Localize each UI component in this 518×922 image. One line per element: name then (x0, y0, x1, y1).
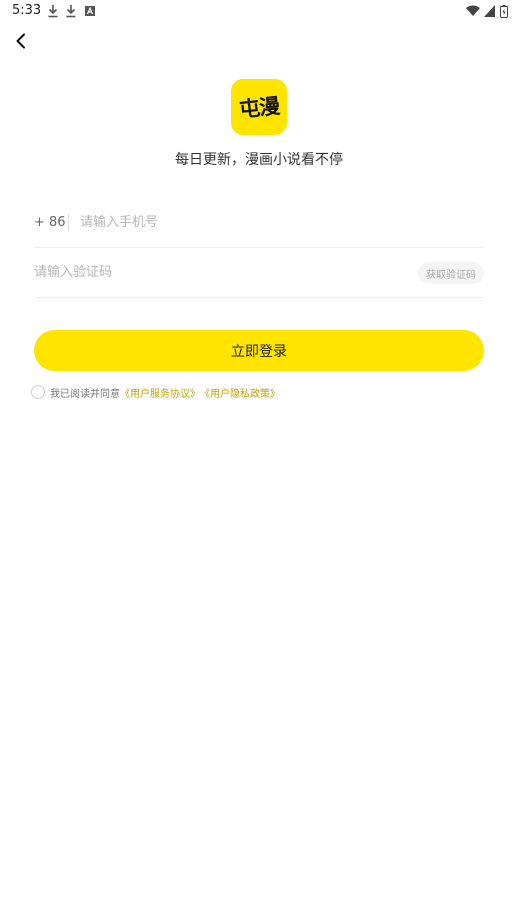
battery-charging-icon (500, 4, 508, 18)
status-time: 5:33 (12, 3, 42, 18)
country-code-divider (68, 213, 69, 232)
user-agreement-link[interactable]: 《用户服务协议》 (120, 385, 200, 400)
logo-text: 屯漫 (237, 93, 281, 123)
back-button[interactable] (8, 28, 34, 54)
country-code: + 86 (34, 215, 66, 230)
get-code-button[interactable]: 获取验证码 (418, 262, 484, 284)
privacy-policy-link[interactable]: 《用户隐私政策》 (200, 385, 280, 400)
phone-field-row: + 86 (34, 198, 484, 248)
verification-code-row: 获取验证码 (34, 248, 484, 298)
download-icon (48, 5, 58, 18)
wifi-icon (466, 5, 480, 16)
chevron-left-icon (16, 33, 25, 49)
text-notification-icon (85, 6, 95, 16)
phone-input[interactable] (80, 207, 484, 238)
app-slogan: 每日更新，漫画小说看不停 (175, 152, 343, 168)
agreement-row: 我已阅读并同意 《用户服务协议》 《用户隐私政策》 (31, 384, 280, 400)
cellular-signal-icon (484, 5, 495, 17)
agreement-prefix: 我已阅读并同意 (50, 388, 120, 400)
verification-code-input[interactable] (34, 257, 484, 288)
app-logo: 屯漫 (231, 79, 287, 135)
agreement-checkbox[interactable] (31, 385, 45, 399)
download-icon (66, 5, 76, 18)
status-bar: 5:33 (0, 0, 518, 22)
status-right-icons (466, 4, 508, 18)
login-button[interactable]: 立即登录 (34, 330, 484, 371)
